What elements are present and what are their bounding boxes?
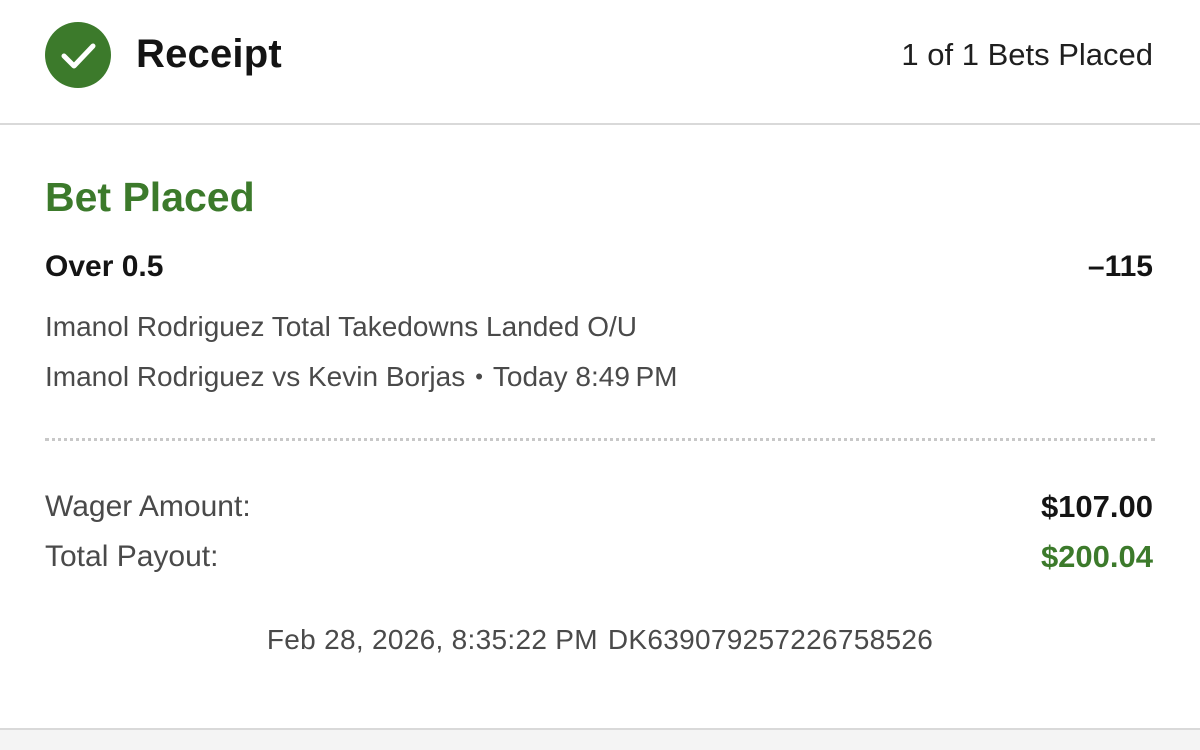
total-payout-label: Total Payout:: [45, 540, 219, 573]
bet-selection: Over 0.5: [45, 250, 164, 283]
receipt-header: Receipt 1 of 1 Bets Placed: [0, 0, 1200, 125]
bet-odds: –115: [1087, 250, 1153, 283]
dotted-divider: [45, 438, 1155, 441]
event-line: Imanol Rodriguez vs Kevin Borjas • Today 8…: [45, 360, 678, 394]
placed-timestamp: Feb 28, 2026, 8:35:22 PM: [266, 624, 598, 655]
bet-market: Imanol Rodriguez Total Takedowns Landed …: [45, 311, 637, 342]
wager-amount-value: $107.00: [1040, 489, 1153, 524]
event-matchup: Imanol Rodriguez vs Kevin Borjas: [45, 361, 466, 392]
event-time: Today 8:49 PM: [492, 361, 678, 392]
bottom-strip: [0, 730, 1200, 750]
receipt-meta: Feb 28, 2026, 8:35:22 PM DK63907925722675…: [0, 623, 1200, 657]
page-title: Receipt: [136, 32, 282, 76]
bet-id: DK639079257226758526: [607, 624, 934, 655]
separator-dot: •: [475, 364, 483, 389]
total-payout-value: $200.04: [1040, 539, 1153, 574]
bets-placed-count: 1 of 1 Bets Placed: [901, 37, 1153, 72]
wager-amount-label: Wager Amount:: [45, 490, 251, 523]
bet-status: Bet Placed: [45, 174, 255, 220]
bet-card: Bet Placed Over 0.5 –115 Imanol Rodrigue…: [0, 125, 1200, 730]
check-circle-icon: [45, 22, 111, 88]
